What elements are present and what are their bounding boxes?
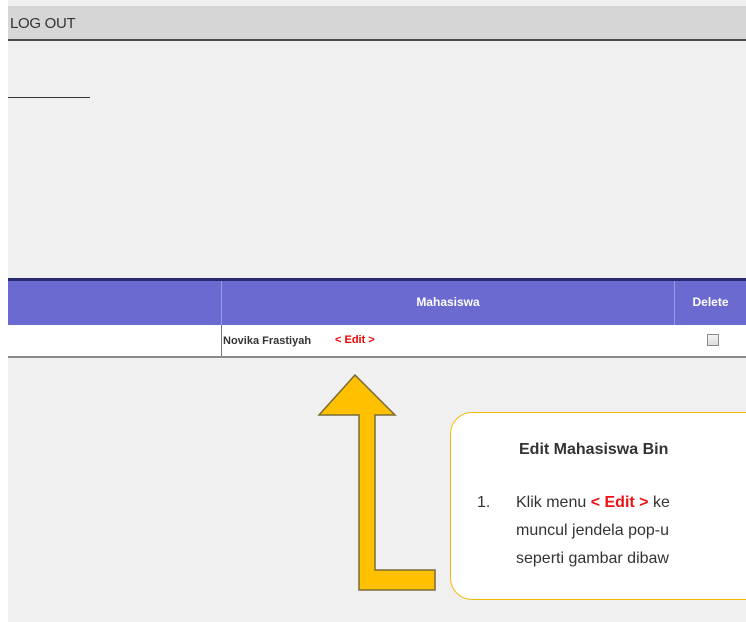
step-line-1: Klik menu < Edit > ke	[516, 489, 670, 517]
step-line-1-suffix: ke	[648, 494, 670, 511]
page-canvas: LOG OUT Mahasiswa Delete Novika Frastiya…	[0, 0, 746, 622]
step-line-1-prefix: Klik menu	[516, 494, 591, 511]
instruction-callout: Edit Mahasiswa Bin 1. Klik menu < Edit >…	[450, 412, 746, 600]
arrow-shape	[317, 373, 436, 591]
step-number: 1.	[477, 494, 491, 511]
callout-title: Edit Mahasiswa Bin	[519, 441, 669, 458]
step-line-2: muncul jendela pop-u	[516, 522, 669, 539]
step-highlight-edit: < Edit >	[590, 494, 649, 511]
step-line-3: seperti gambar dibaw	[516, 550, 669, 567]
